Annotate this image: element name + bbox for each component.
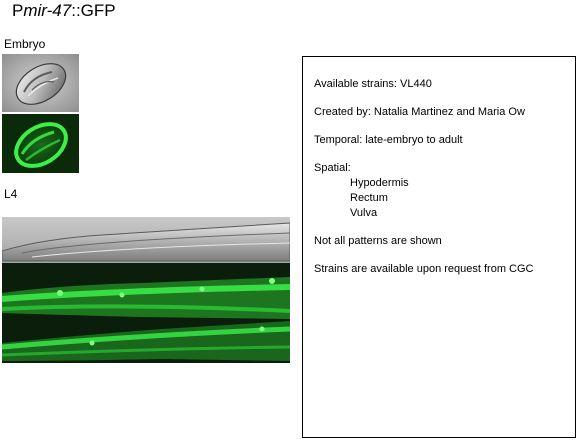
page-title: Pmir-47::GFP <box>12 1 116 21</box>
l4-dic-image <box>2 217 290 263</box>
l4-gfp-image <box>2 263 290 363</box>
availability-text: Strains are available upon request from … <box>314 263 534 275</box>
title-suffix: ::GFP <box>71 1 116 20</box>
title-prefix: P <box>12 1 24 20</box>
title-gene: mir-47 <box>23 1 72 20</box>
spatial-item-vulva: Vulva <box>350 207 378 219</box>
spatial-item-hypodermis: Hypodermis <box>350 177 409 189</box>
embryo-gfp-image <box>2 114 79 173</box>
created-by-text: Created by: Natalia Martinez and Maria O… <box>314 106 525 118</box>
note-text: Not all patterns are shown <box>314 235 442 247</box>
spatial-label: Spatial: <box>314 162 351 174</box>
available-strains-text: Available strains: VL440 <box>314 78 432 90</box>
l4-label: L4 <box>4 187 18 201</box>
embryo-dic-image <box>2 54 79 112</box>
spatial-item-rectum: Rectum <box>350 192 388 204</box>
temporal-text: Temporal: late-embryo to adult <box>314 134 463 146</box>
embryo-label: Embryo <box>4 37 46 51</box>
strain-info-box: Available strains: VL440 Created by: Nat… <box>302 56 576 438</box>
